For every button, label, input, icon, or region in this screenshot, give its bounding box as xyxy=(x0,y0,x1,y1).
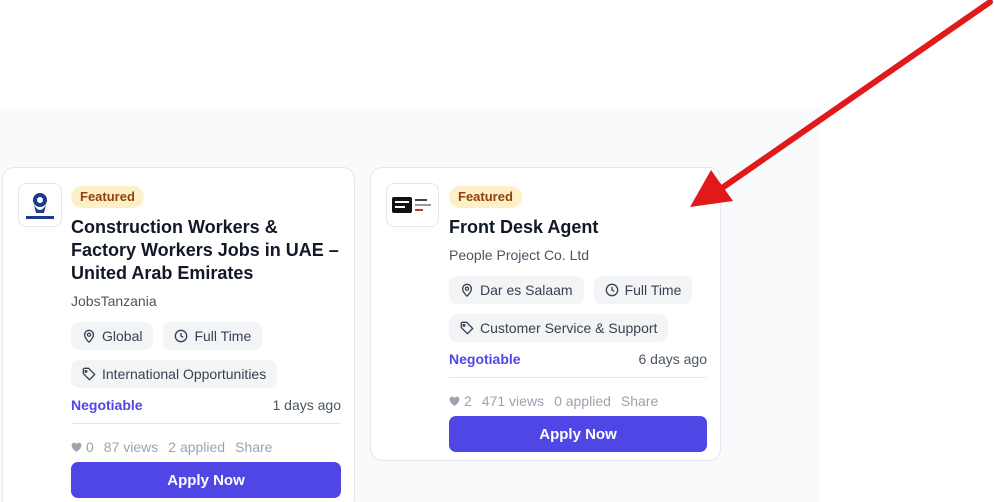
heart-icon xyxy=(449,396,460,406)
tag-icon xyxy=(460,321,474,335)
salary-text: Negotiable xyxy=(449,351,521,367)
views-count: 471 views xyxy=(481,393,545,409)
category-chip: Customer Service & Support xyxy=(449,314,669,342)
company-name[interactable]: JobsTanzania xyxy=(71,292,341,310)
divider xyxy=(449,377,707,378)
job-type-chip: Full Time xyxy=(163,322,263,350)
heart-icon xyxy=(71,442,82,452)
job-tags: Dar es Salaam Full Time Customer Service… xyxy=(449,276,707,342)
location-pin-icon xyxy=(83,329,95,343)
like-button[interactable]: 2 xyxy=(449,393,472,409)
posted-date: 6 days ago xyxy=(638,351,708,367)
location-pin-icon xyxy=(461,283,473,297)
job-title[interactable]: Front Desk Agent xyxy=(449,216,707,239)
applied-count: 2 applied xyxy=(168,439,226,455)
apply-now-button[interactable]: Apply Now xyxy=(449,416,707,452)
tag-icon xyxy=(82,367,96,381)
salary-text: Negotiable xyxy=(71,397,143,413)
clock-icon xyxy=(175,329,188,343)
featured-badge: Featured xyxy=(449,186,522,208)
job-card[interactable]: Featured Front Desk Agent People Project… xyxy=(370,167,721,461)
company-name[interactable]: People Project Co. Ltd xyxy=(449,246,707,264)
like-button[interactable]: 0 xyxy=(71,439,94,455)
category-chip: International Opportunities xyxy=(71,360,278,388)
company-logo xyxy=(18,183,62,227)
location-chip: Global xyxy=(71,322,154,350)
divider xyxy=(71,423,341,424)
like-count: 2 xyxy=(464,393,472,409)
company-logo xyxy=(386,183,439,227)
share-link[interactable]: Share xyxy=(621,393,658,409)
featured-badge: Featured xyxy=(71,186,144,208)
apply-now-button[interactable]: Apply Now xyxy=(71,462,341,498)
posted-date: 1 days ago xyxy=(272,397,342,413)
job-tags: Global Full Time International Opportuni… xyxy=(71,322,341,388)
location-chip: Dar es Salaam xyxy=(449,276,584,304)
clock-icon xyxy=(605,283,618,297)
job-title[interactable]: Construction Workers & Factory Workers J… xyxy=(71,216,341,285)
job-type-chip: Full Time xyxy=(593,276,693,304)
applied-count: 0 applied xyxy=(554,393,611,409)
share-link[interactable]: Share xyxy=(235,439,272,455)
job-card[interactable]: Featured Construction Workers & Factory … xyxy=(2,167,355,502)
views-count: 87 views xyxy=(103,439,159,455)
like-count: 0 xyxy=(86,439,94,455)
